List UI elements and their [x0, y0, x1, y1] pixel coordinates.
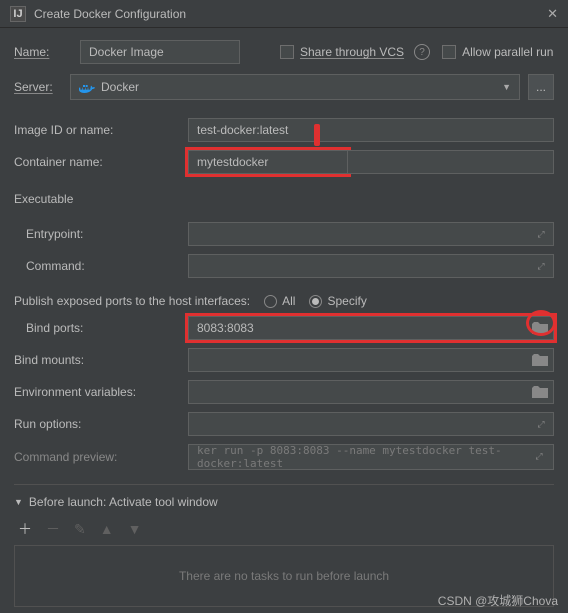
folder-icon[interactable] — [532, 386, 548, 398]
cmd-preview-label: Command preview: — [14, 444, 184, 470]
watermark: CSDN @攻城狮Chova — [438, 592, 558, 609]
add-icon[interactable]: ＋ — [18, 519, 32, 539]
edit-icon: ✎ — [74, 521, 86, 538]
help-icon[interactable]: ? — [414, 44, 430, 60]
parallel-run-checkbox[interactable] — [442, 45, 456, 59]
docker-icon — [79, 81, 95, 93]
server-label: Server: — [14, 80, 62, 94]
remove-icon: － — [46, 519, 60, 539]
close-icon[interactable]: ✕ — [547, 6, 558, 22]
name-label: Name: — [14, 45, 74, 59]
dialog-content: Name: Share through VCS ? Allow parallel… — [0, 28, 568, 607]
before-launch-empty-text: There are no tasks to run before launch — [179, 569, 389, 583]
folder-icon[interactable] — [532, 354, 548, 366]
run-options-input[interactable] — [188, 412, 554, 436]
env-vars-label: Environment variables: — [14, 380, 184, 404]
expand-icon[interactable]: ⤢ — [534, 419, 548, 430]
dialog-title: Create Docker Configuration — [34, 7, 547, 21]
server-value: Docker — [101, 80, 139, 94]
share-vcs-label: Share through VCS — [300, 45, 404, 59]
bind-ports-wrapper — [188, 316, 554, 340]
name-input[interactable] — [80, 40, 240, 64]
image-id-input[interactable] — [188, 118, 554, 142]
entrypoint-input[interactable] — [188, 222, 554, 246]
publish-ports-label: Publish exposed ports to the host interf… — [14, 294, 250, 308]
bind-ports-label: Bind ports: — [14, 316, 184, 340]
share-vcs-checkbox[interactable] — [280, 45, 294, 59]
form-grid: Image ID or name: Container name: Execut… — [14, 118, 554, 470]
chevron-down-icon: ▼ — [502, 82, 511, 92]
bind-ports-input[interactable] — [188, 316, 554, 340]
radio-all-label: All — [282, 294, 295, 308]
divider — [14, 484, 554, 485]
before-launch-toolbar: ＋ － ✎ ▲ ▼ — [14, 517, 554, 545]
annotation-bar — [314, 124, 320, 146]
container-name-input[interactable] — [188, 150, 348, 174]
run-options-label: Run options: — [14, 412, 184, 436]
command-label: Command: — [14, 254, 184, 278]
folder-icon[interactable] — [532, 322, 548, 334]
down-icon: ▼ — [128, 521, 142, 537]
server-dropdown[interactable]: Docker ▼ — [70, 74, 520, 100]
entrypoint-label: Entrypoint: — [14, 222, 184, 246]
before-launch-header[interactable]: ▼ Before launch: Activate tool window — [14, 495, 554, 509]
bind-mounts-label: Bind mounts: — [14, 348, 184, 372]
cmd-preview-field: ker run -p 8083:8083 --name mytestdocker… — [188, 444, 554, 470]
server-row: Server: Docker ▼ ... — [14, 74, 554, 100]
image-id-label: Image ID or name: — [14, 118, 184, 142]
radio-specify-label: Specify — [327, 294, 366, 308]
command-input[interactable] — [188, 254, 554, 278]
app-icon: IJ — [10, 6, 26, 22]
titlebar: IJ Create Docker Configuration ✕ — [0, 0, 568, 28]
up-icon: ▲ — [100, 521, 114, 537]
bind-mounts-input[interactable] — [188, 348, 554, 372]
name-row: Name: Share through VCS ? Allow parallel… — [14, 40, 554, 64]
parallel-run-label: Allow parallel run — [462, 45, 553, 59]
expand-icon[interactable]: ⤢ — [534, 229, 548, 240]
radio-all[interactable]: All — [264, 294, 295, 308]
server-more-button[interactable]: ... — [528, 74, 554, 100]
radio-specify[interactable]: Specify — [309, 294, 366, 308]
env-vars-input[interactable] — [188, 380, 554, 404]
cmd-preview-text: ker run -p 8083:8083 --name mytestdocker… — [197, 444, 533, 470]
container-name-label: Container name: — [14, 150, 184, 174]
executable-header: Executable — [14, 192, 554, 206]
expand-icon[interactable]: ⤢ — [533, 452, 545, 462]
publish-ports-row: Publish exposed ports to the host interf… — [14, 294, 554, 308]
container-name-input-rest[interactable] — [348, 150, 554, 174]
before-launch-title: Before launch: Activate tool window — [29, 495, 218, 509]
collapse-icon: ▼ — [14, 497, 23, 507]
expand-icon[interactable]: ⤢ — [534, 261, 548, 272]
